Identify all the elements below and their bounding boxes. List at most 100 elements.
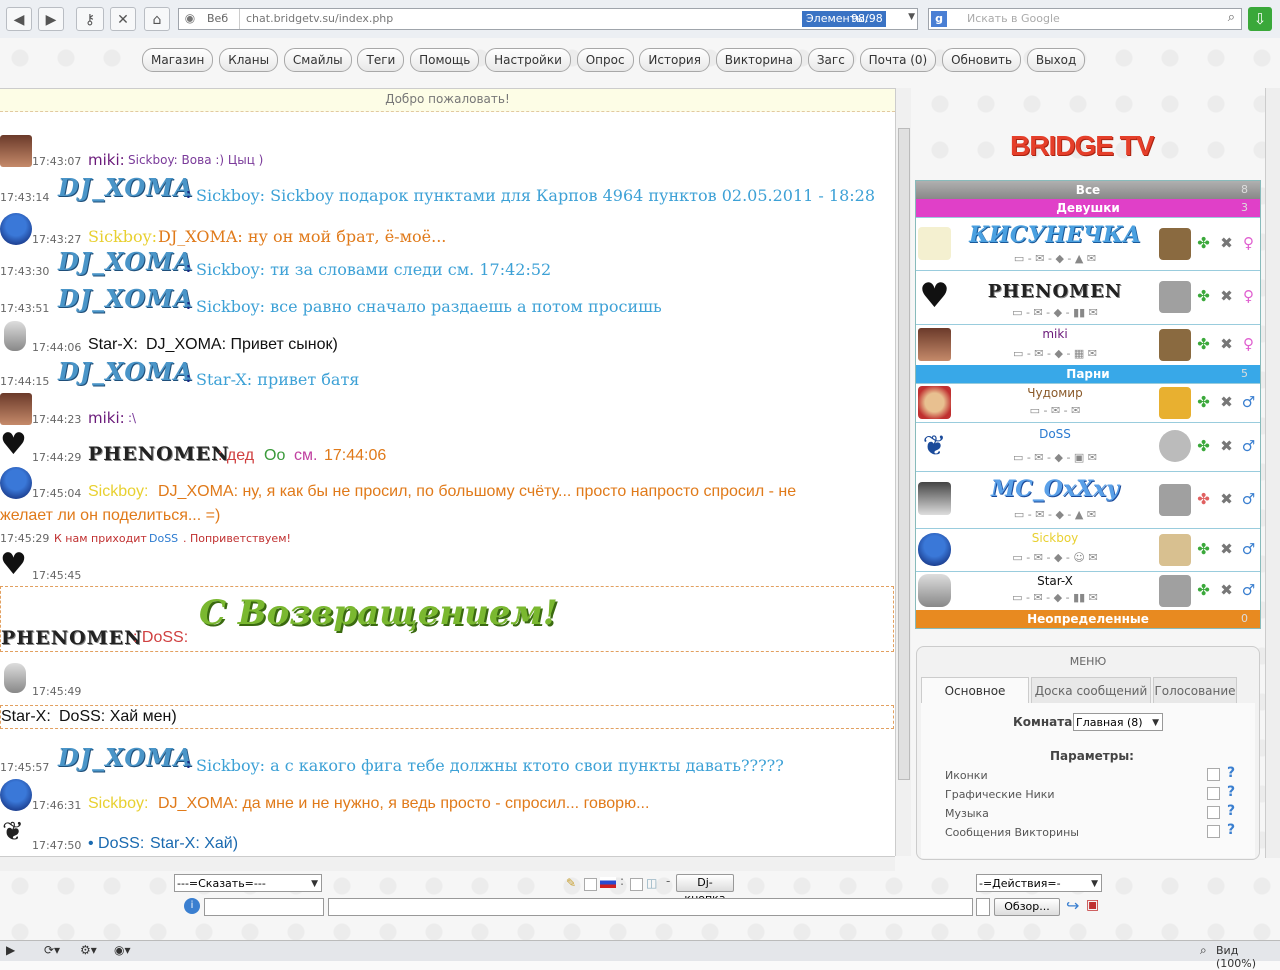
message-nick[interactable]: Sickboy: bbox=[88, 795, 148, 813]
heart-icon[interactable]: ♥ bbox=[918, 279, 951, 313]
graphic-nick[interactable]: PHENOMEN bbox=[88, 443, 230, 465]
chat-horizontal-scrollbar[interactable] bbox=[0, 856, 895, 871]
graphic-nick[interactable]: DJ_XOMA bbox=[58, 743, 193, 772]
avatar[interactable] bbox=[918, 482, 951, 515]
avatar[interactable] bbox=[4, 321, 26, 351]
user-nick[interactable]: КИСУНЕЧКА bbox=[954, 222, 1156, 248]
room-select[interactable]: Главная (8) ▼ bbox=[1073, 713, 1163, 731]
google-search-box[interactable]: g Искать в Google ⌕ bbox=[928, 8, 1242, 30]
tab-message-board[interactable]: Доска сообщений bbox=[1031, 677, 1151, 704]
speaker-icon[interactable]: ◫ bbox=[646, 876, 657, 890]
info-icon[interactable]: i bbox=[184, 898, 200, 914]
user-nick[interactable]: MC_OxXxy bbox=[954, 476, 1156, 502]
avatar[interactable] bbox=[0, 135, 32, 167]
zoom-icon[interactable]: ⌕ bbox=[1200, 943, 1207, 958]
search-icon[interactable]: ⌕ bbox=[1228, 10, 1235, 25]
paw-icon[interactable]: ❦ bbox=[2, 817, 24, 847]
param-quiz-messages-checkbox[interactable] bbox=[1207, 825, 1220, 838]
message-nick[interactable]: Sickboy: bbox=[88, 227, 157, 246]
nav-quiz-button[interactable]: Викторина bbox=[715, 48, 803, 72]
clover-icon[interactable]: ✤ bbox=[1193, 540, 1214, 558]
user-nick[interactable]: PHENOMEN bbox=[954, 281, 1156, 302]
user-row[interactable]: Star-X ▭ - ✉ - ◆ - ▮▮ ✉ ✤ ✖ ♂ bbox=[916, 571, 1260, 610]
user-row[interactable]: Чудомир ▭ - ✉ - ✉ ✤ ✖ ♂ bbox=[916, 383, 1260, 422]
user-nick[interactable]: DoSS bbox=[954, 427, 1156, 441]
avatar[interactable] bbox=[918, 328, 951, 361]
speed-dial-icon[interactable]: ◉▾ bbox=[114, 943, 131, 957]
actions-select[interactable]: -=Действия=- ▼ bbox=[976, 874, 1102, 892]
message-nick[interactable]: miki: bbox=[88, 151, 125, 169]
sync-icon[interactable]: ⟳▾ bbox=[44, 943, 60, 957]
param-music-checkbox[interactable] bbox=[1207, 806, 1220, 819]
key-icon[interactable]: ⚷ bbox=[76, 7, 104, 31]
user-row[interactable]: miki ▭ - ✉ - ◆ - ▦ ✉ ✤ ✖ ♀ bbox=[916, 324, 1260, 365]
avatar[interactable] bbox=[0, 467, 32, 499]
user-nick[interactable]: Чудомир bbox=[954, 386, 1156, 400]
help-icon[interactable]: ? bbox=[1227, 822, 1235, 838]
nav-help-button[interactable]: Помощь bbox=[410, 48, 480, 72]
avatar[interactable] bbox=[0, 393, 32, 425]
file-input[interactable] bbox=[976, 898, 990, 916]
group-undefined[interactable]: Неопределенные 0 bbox=[916, 610, 1260, 628]
send-icon[interactable]: ↪ bbox=[1066, 896, 1079, 915]
nav-clans-button[interactable]: Кланы bbox=[219, 48, 279, 72]
help-icon[interactable]: ? bbox=[1227, 765, 1235, 781]
nav-refresh-button[interactable]: Обновить bbox=[942, 48, 1022, 72]
tab-voting[interactable]: Голосование bbox=[1153, 677, 1237, 704]
user-row[interactable]: ❦ DoSS ▭ - ✉ - ◆ - ▣ ✉ ✤ ✖ ♂ bbox=[916, 422, 1260, 471]
group-boys[interactable]: Парни 5 bbox=[916, 365, 1260, 383]
message-nick[interactable]: Star-X: bbox=[1, 708, 51, 726]
heart-icon[interactable]: ♥ bbox=[0, 429, 27, 461]
nav-history-button[interactable]: История bbox=[639, 48, 710, 72]
user-row[interactable]: ♥ PHENOMEN ▭ - ✉ - ◆ - ▮▮ ✉ ✤ ✖ ♀ bbox=[916, 270, 1260, 324]
nav-registry-button[interactable]: Загс bbox=[807, 48, 854, 72]
message-nick[interactable]: Star-X: bbox=[88, 336, 138, 354]
brush-icon[interactable]: ✎ bbox=[566, 876, 576, 890]
address-bar[interactable]: ◉ Веб chat.bridgetv.su/index.php Элемент… bbox=[178, 8, 918, 30]
avatar[interactable] bbox=[918, 227, 951, 260]
user-row[interactable]: MC_OxXxy ▭ - ✉ - ◆ - ▲ ✉ ✤ ✖ ♂ bbox=[916, 471, 1260, 528]
scrollbar-thumb[interactable] bbox=[898, 128, 910, 780]
flower-icon[interactable]: ✤ bbox=[1193, 490, 1214, 508]
avatar[interactable] bbox=[918, 574, 951, 607]
option-checkbox[interactable] bbox=[584, 878, 597, 891]
nav-smileys-button[interactable]: Смайлы bbox=[283, 48, 352, 72]
message-nick[interactable]: • DoSS: bbox=[88, 835, 144, 853]
puzzle-icon[interactable]: ✖ bbox=[1216, 335, 1237, 353]
graphic-nick[interactable]: DJ_XOMA bbox=[58, 173, 193, 202]
clover-icon[interactable]: ✤ bbox=[1193, 287, 1214, 305]
nav-settings-button[interactable]: Настройки bbox=[485, 48, 571, 72]
forward-icon[interactable]: ▶ bbox=[38, 7, 64, 31]
help-icon[interactable]: ? bbox=[1227, 784, 1235, 800]
nav-exit-button[interactable]: Выход bbox=[1026, 48, 1086, 72]
clover-icon[interactable]: ✤ bbox=[1193, 335, 1214, 353]
graphic-nick[interactable]: DJ_XOMA bbox=[58, 357, 193, 386]
zoom-level[interactable]: Вид (100%) bbox=[1216, 944, 1280, 970]
user-row[interactable]: Sickboy ▭ - ✉ - ◆ - ☺ ✉ ✤ ✖ ♂ bbox=[916, 528, 1260, 571]
param-graphic-nicks-checkbox[interactable] bbox=[1207, 787, 1220, 800]
download-icon[interactable]: ⇩ bbox=[1248, 7, 1272, 31]
clover-icon[interactable]: ✤ bbox=[1193, 437, 1214, 455]
chevron-down-icon[interactable]: ▼ bbox=[908, 12, 915, 22]
graphic-nick[interactable]: DJ_XOMA bbox=[58, 247, 193, 276]
graphic-nick[interactable]: DJ_XOMA bbox=[58, 284, 193, 313]
right-panel-scrollbar[interactable] bbox=[1265, 88, 1280, 858]
puzzle-icon[interactable]: ✖ bbox=[1216, 540, 1237, 558]
puzzle-icon[interactable]: ✖ bbox=[1216, 490, 1237, 508]
puzzle-icon[interactable]: ✖ bbox=[1216, 234, 1237, 252]
stop-icon[interactable]: ✕ bbox=[110, 7, 136, 31]
clover-icon[interactable]: ✤ bbox=[1193, 234, 1214, 252]
browse-button[interactable]: Обзор... bbox=[994, 898, 1060, 916]
russian-flag-icon[interactable] bbox=[600, 877, 616, 888]
recipient-input[interactable] bbox=[204, 898, 324, 916]
puzzle-icon[interactable]: ✖ bbox=[1216, 287, 1237, 305]
message-input[interactable] bbox=[328, 898, 973, 916]
option-checkbox[interactable] bbox=[630, 878, 643, 891]
avatar[interactable] bbox=[918, 386, 951, 419]
help-icon[interactable]: ? bbox=[1227, 803, 1235, 819]
clover-icon[interactable]: ✤ bbox=[1193, 393, 1214, 411]
panel-toggle-icon[interactable]: ▶ bbox=[6, 943, 15, 957]
nav-poll-button[interactable]: Опрос bbox=[576, 48, 634, 72]
avatar[interactable] bbox=[0, 779, 32, 811]
group-all[interactable]: Все 8 bbox=[916, 181, 1260, 199]
